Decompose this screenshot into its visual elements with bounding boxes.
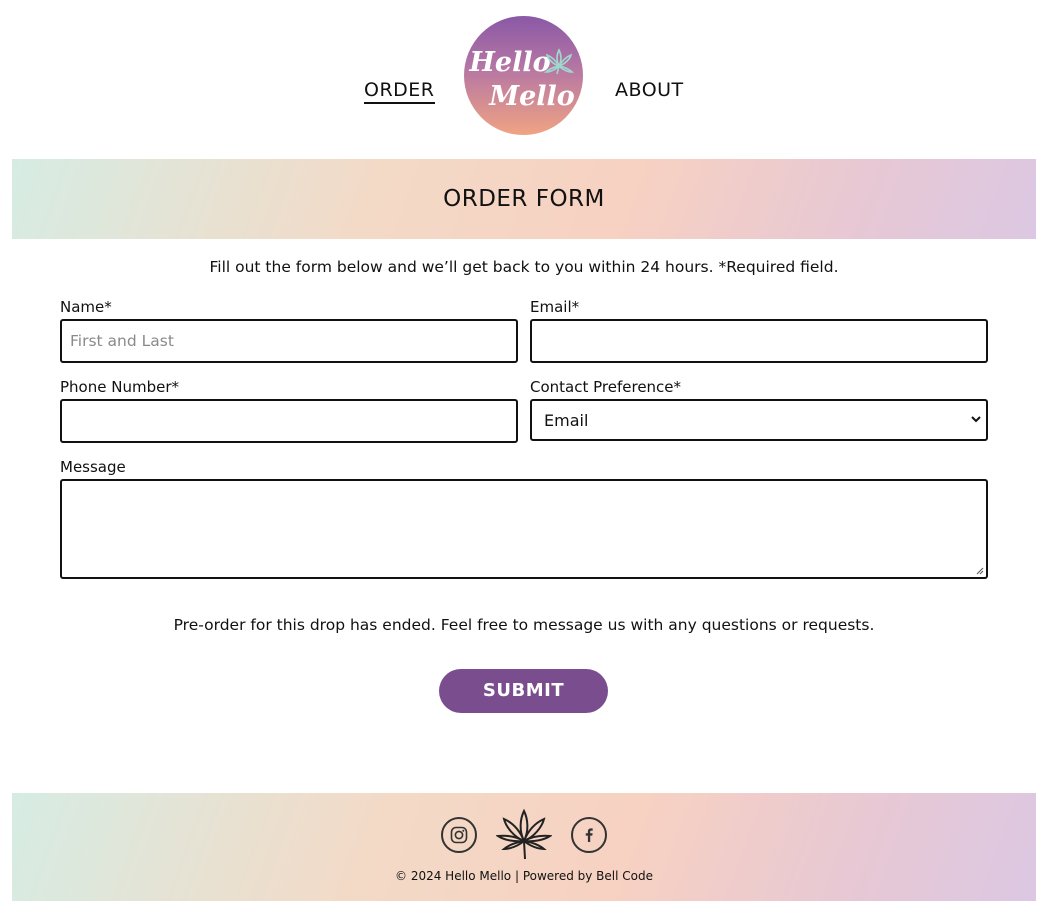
message-field-wrapper [60,479,988,579]
resize-handle-icon[interactable] [976,567,984,575]
logo-graphic: Hello Mello [468,47,575,112]
logo-text-mello: Mello [488,81,575,112]
phone-label: Phone Number* [60,378,179,396]
name-label: Name* [60,298,112,316]
email-input[interactable] [532,321,986,361]
email-label: Email* [530,298,580,316]
submit-button[interactable]: SUBMIT [439,669,608,713]
phone-field-wrapper [60,399,518,443]
instagram-link[interactable] [441,817,477,853]
nav-about-link[interactable]: ABOUT [615,79,684,101]
facebook-link[interactable] [571,817,607,853]
contact-preference-label: Contact Preference* [530,378,682,396]
name-input[interactable] [62,321,516,361]
facebook-icon [585,828,593,842]
chevron-down-icon [971,416,981,423]
instagram-icon [450,826,468,844]
brand-logo[interactable]: Hello Mello [464,16,583,135]
top-nav: ORDER Hello Mello ABOUT [0,16,1048,136]
nav-order-link[interactable]: ORDER [364,79,435,104]
email-field-wrapper [530,319,988,363]
form-intro-text: Fill out the form below and we’ll get ba… [209,258,839,276]
cannabis-leaf-icon [496,808,552,860]
preorder-notice: Pre-order for this drop has ended. Feel … [173,616,875,634]
name-field-wrapper [60,319,518,363]
copyright-text: © 2024 Hello Mello | Powered by Bell Cod… [395,869,653,883]
contact-preference-value: Email [544,411,589,430]
message-label: Message [60,458,126,476]
message-textarea[interactable] [62,481,986,577]
logo-text-hello: Hello [468,47,550,78]
page-header-banner: ORDER FORM [12,159,1036,239]
footer-banner: © 2024 Hello Mello | Powered by Bell Cod… [12,793,1036,901]
contact-preference-select[interactable]: Email [530,399,988,441]
page-title: ORDER FORM [443,186,605,212]
phone-input[interactable] [62,401,516,441]
